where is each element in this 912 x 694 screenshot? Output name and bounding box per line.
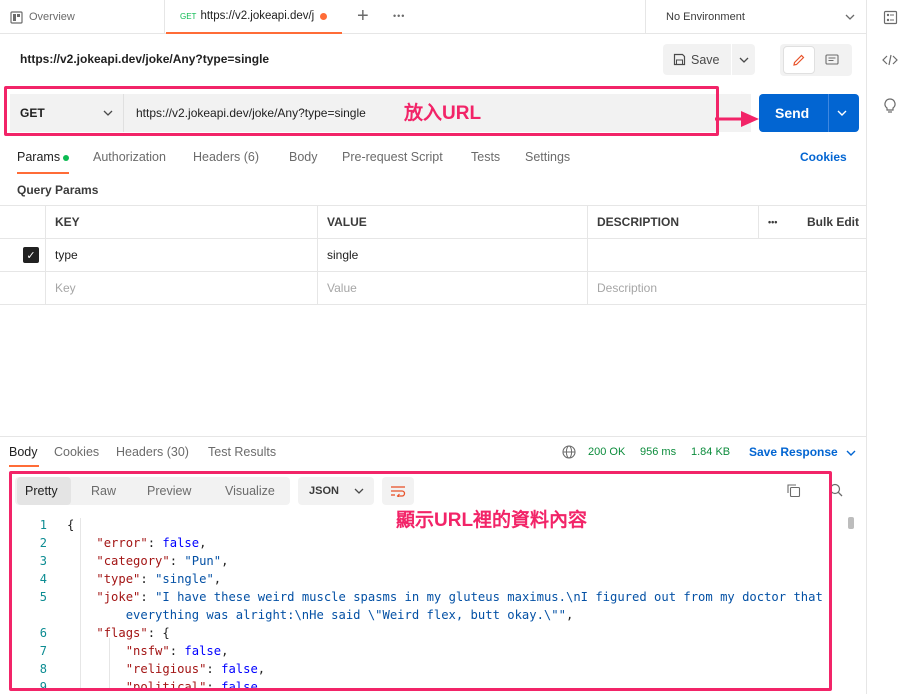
globe-icon[interactable] bbox=[561, 444, 577, 460]
tab-authorization[interactable]: Authorization bbox=[93, 150, 166, 164]
param-description-field[interactable] bbox=[587, 239, 866, 271]
param-value-field[interactable]: single bbox=[317, 239, 587, 271]
tab-tests[interactable]: Tests bbox=[471, 150, 500, 164]
query-params-title: Query Params bbox=[17, 183, 99, 197]
save-label: Save bbox=[691, 52, 720, 67]
checkmark-icon: ✓ bbox=[23, 247, 39, 263]
tab-params[interactable]: Params bbox=[17, 150, 70, 164]
new-tab-button[interactable]: + bbox=[357, 5, 369, 28]
save-response-label: Save Response bbox=[749, 445, 838, 459]
active-params-dot-icon bbox=[63, 154, 70, 161]
table-row-new: Key Value Description bbox=[0, 272, 866, 305]
annotation-response-note: 顯示URL裡的資料內容 bbox=[396, 510, 588, 531]
chevron-down-icon[interactable] bbox=[837, 110, 847, 116]
query-params-table: KEY VALUE DESCRIPTION ••• Bulk Edit ✓ ty… bbox=[0, 205, 866, 305]
tab-settings[interactable]: Settings bbox=[525, 150, 570, 164]
request-title[interactable]: https://v2.jokeapi.dev/joke/Any?type=sin… bbox=[20, 52, 269, 66]
tab-overview-label: Overview bbox=[29, 11, 75, 23]
response-tab-bar: Body Cookies Headers (30) Test Results 2… bbox=[0, 437, 866, 467]
tab-pre-request-script[interactable]: Pre-request Script bbox=[342, 150, 443, 164]
tab-headers[interactable]: Headers (6) bbox=[193, 150, 259, 164]
tab-body[interactable]: Body bbox=[289, 150, 318, 164]
response-tab-test-results[interactable]: Test Results bbox=[208, 445, 276, 459]
comment-icon[interactable] bbox=[822, 48, 842, 72]
lightbulb-icon[interactable] bbox=[881, 97, 899, 115]
code-icon[interactable] bbox=[881, 51, 899, 69]
send-label: Send bbox=[775, 105, 810, 121]
tab-request-label: https://v2.jokeapi.dev/j bbox=[200, 10, 315, 22]
save-icon bbox=[673, 53, 686, 66]
chevron-down-icon[interactable] bbox=[739, 57, 749, 63]
row-checkbox[interactable]: ✓ bbox=[0, 239, 45, 271]
column-options-button[interactable]: ••• bbox=[758, 206, 798, 238]
param-key-field[interactable]: type bbox=[45, 239, 317, 271]
annotation-url-note: 放入URL bbox=[404, 103, 482, 124]
new-value-field[interactable]: Value bbox=[317, 272, 587, 304]
response-tab-headers[interactable]: Headers (30) bbox=[116, 445, 189, 459]
chevron-down-icon bbox=[846, 450, 856, 456]
column-header-key: KEY bbox=[45, 206, 317, 238]
cookies-link[interactable]: Cookies bbox=[800, 150, 847, 164]
environment-quick-look-icon[interactable] bbox=[881, 8, 899, 26]
response-time[interactable]: 956 ms bbox=[640, 446, 676, 458]
response-tab-body[interactable]: Body bbox=[9, 445, 38, 459]
environment-label: No Environment bbox=[666, 11, 745, 23]
tab-params-label: Params bbox=[17, 150, 61, 164]
active-tab-underline bbox=[17, 172, 69, 174]
table-header-row: KEY VALUE DESCRIPTION ••• Bulk Edit bbox=[0, 205, 866, 239]
tab-request-method: GET bbox=[180, 11, 197, 21]
tab-request[interactable]: GET https://v2.jokeapi.dev/j bbox=[166, 0, 342, 34]
new-description-field[interactable]: Description bbox=[587, 272, 866, 304]
save-button[interactable]: Save bbox=[663, 44, 755, 75]
pencil-icon[interactable] bbox=[783, 46, 815, 74]
vertical-scrollbar[interactable] bbox=[848, 517, 854, 529]
tab-overflow-button[interactable]: ••• bbox=[393, 11, 405, 21]
chevron-down-icon bbox=[845, 14, 855, 20]
response-size[interactable]: 1.84 KB bbox=[691, 446, 730, 458]
bulk-edit-button[interactable]: Bulk Edit bbox=[798, 206, 866, 238]
tab-overview[interactable]: Overview bbox=[0, 0, 165, 34]
column-header-value: VALUE bbox=[317, 206, 587, 238]
send-button[interactable]: Send bbox=[759, 94, 859, 132]
unsaved-dot-icon bbox=[320, 12, 328, 20]
right-sidebar bbox=[866, 0, 912, 694]
response-tab-cookies[interactable]: Cookies bbox=[54, 445, 99, 459]
overview-icon bbox=[10, 10, 23, 24]
save-response-button[interactable]: Save Response bbox=[749, 445, 856, 459]
new-key-field[interactable]: Key bbox=[45, 272, 317, 304]
environment-selector[interactable]: No Environment bbox=[645, 0, 865, 34]
status-code[interactable]: 200 OK bbox=[588, 446, 625, 458]
column-header-description: DESCRIPTION bbox=[587, 206, 758, 238]
annotation-box-response bbox=[9, 471, 832, 691]
active-tab-underline bbox=[9, 465, 39, 467]
annotation-arrow-icon bbox=[715, 111, 759, 127]
table-row: ✓ type single bbox=[0, 239, 866, 272]
annotation-box-url bbox=[4, 86, 719, 136]
